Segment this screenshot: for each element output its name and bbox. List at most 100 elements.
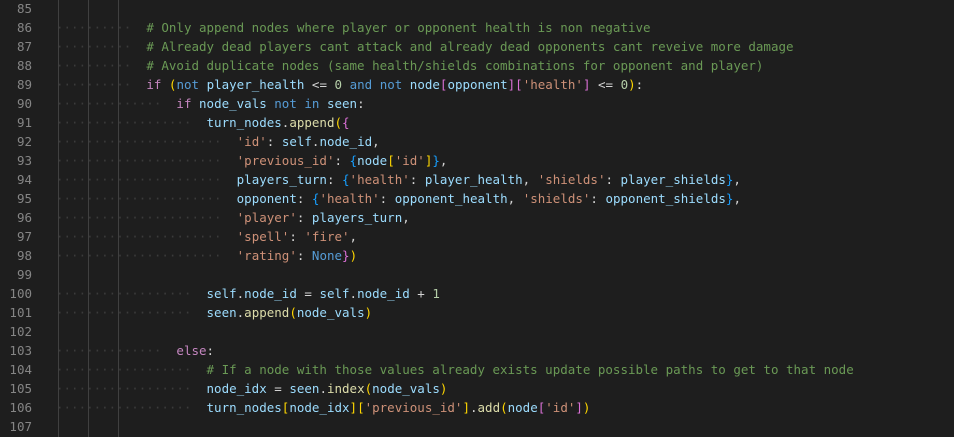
code-token: player_shields [620,172,726,187]
code-token: . [349,286,358,301]
line-number: 92 [16,134,32,149]
code-token: ][ [507,77,523,92]
code-line[interactable]: 95 ······················ opponent: {'hea… [0,189,954,208]
code-token: opponent [236,191,297,206]
code-token: ] [575,400,583,415]
code-token: 'id' [545,400,576,415]
code-line[interactable]: 101 ·················· seen.append(node_v… [0,303,954,322]
code-token: node_id [357,286,410,301]
code-token: = [296,286,320,301]
code-token: None [311,248,343,263]
code-token: { [349,153,358,168]
code-token: 'health' [522,77,583,92]
code-token: ( [334,115,343,130]
code-token: 'id' [394,153,425,168]
code-line[interactable]: 89 ·········· if (not player_health <= 0 … [0,75,954,94]
code-line[interactable]: 99 [0,265,954,284]
code-line[interactable]: 91 ·················· turn_nodes.append({ [0,113,954,132]
code-line[interactable]: 98 ······················ 'rating': None}… [0,246,954,265]
code-line[interactable]: 94 ······················ players_turn: {… [0,170,954,189]
code-token: 'spell' [236,229,290,244]
code-token: ][ [349,400,365,415]
code-line[interactable]: 107 [0,417,954,436]
code-line[interactable]: 88 ·········· # Avoid duplicate nodes (sa… [0,56,954,75]
code-line[interactable]: 87 ·········· # Already dead players cant… [0,37,954,56]
code-line[interactable]: 85 [0,0,954,18]
code-token: : [266,134,282,149]
code-token: : [590,191,606,206]
code-token: and [349,77,373,92]
code-token: ] [462,400,470,415]
code-token: node [507,400,538,415]
code-token: , [507,191,523,206]
code-token: index [326,381,365,396]
code-token: } [432,153,440,168]
code-text: ······················ 'id': self.node_i… [56,134,380,149]
code-token: 'id' [236,134,267,149]
code-line[interactable]: 96 ······················ 'player': playe… [0,208,954,227]
code-token: self [319,286,350,301]
code-token: } [342,248,350,263]
code-token: , [522,172,538,187]
code-line[interactable]: 86 ·········· # Only append nodes where p… [0,18,954,37]
line-number: 98 [16,248,32,263]
code-token: # If a node with those values already ex… [206,362,854,377]
code-text: ·········· if (not player_health <= 0 an… [56,77,644,92]
line-number: 85 [16,1,32,16]
code-token: self [206,286,237,301]
code-token: , [349,229,358,244]
code-text: ·················· turn_nodes.append({ [56,115,350,130]
code-token: : [357,96,365,111]
code-token: seen [289,381,320,396]
code-token: ) [582,400,591,415]
code-token: self [281,134,312,149]
line-number: 101 [9,305,32,320]
line-number: 93 [16,153,32,168]
code-token: player_health [424,172,523,187]
line-number: 89 [16,77,32,92]
code-token: else [176,343,207,358]
code-editor[interactable]: 85 86 ·········· # Only append nodes where… [0,0,954,437]
code-token: node [409,77,440,92]
code-token: , [402,210,410,225]
code-line[interactable]: 92 ······················ 'id': self.node… [0,132,954,151]
code-text: ·················· self.node_id = self.n… [56,286,440,301]
code-line[interactable]: 100 ·················· self.node_id = sel… [0,284,954,303]
code-token: 'shields' [537,172,606,187]
code-token: not [379,77,403,92]
code-token: 'health' [349,172,410,187]
line-number: 88 [16,58,32,73]
code-line[interactable]: 105 ·················· node_idx = seen.in… [0,379,954,398]
code-token: not [274,96,297,111]
line-number: 90 [16,96,32,111]
code-text: ·········· # Avoid duplicate nodes (same… [56,58,764,73]
code-token: seen [326,96,358,111]
line-number: 91 [16,115,32,130]
code-token: node_id [244,286,297,301]
code-token: : [296,191,312,206]
code-token: . [319,381,327,396]
code-line[interactable]: 106 ·················· turn_nodes[node_id… [0,398,954,417]
code-text: ·················· turn_nodes[node_idx][… [56,400,591,415]
line-number: 103 [9,343,32,358]
code-token: : [635,77,644,92]
code-token: : [334,153,350,168]
code-line[interactable]: 103 ·············· else: [0,341,954,360]
code-token: node_vals [372,381,440,396]
code-token: , [372,134,380,149]
code-token: ) [349,248,358,263]
code-text: ·········· # Only append nodes where pla… [56,20,651,35]
code-token: ( [500,400,508,415]
code-line[interactable]: 90 ·············· if node_vals not in see… [0,94,954,113]
code-line[interactable]: 93 ······················ 'previous_id': … [0,151,954,170]
code-line[interactable]: 104 ·················· # If a node with t… [0,360,954,379]
code-token: : [379,191,395,206]
code-line[interactable]: 97 ······················ 'spell': 'fire'… [0,227,954,246]
code-text: ······················ 'spell': 'fire', [56,229,358,244]
line-number: 97 [16,229,32,244]
line-number: 106 [9,400,32,415]
code-line[interactable]: 102 [0,322,954,341]
